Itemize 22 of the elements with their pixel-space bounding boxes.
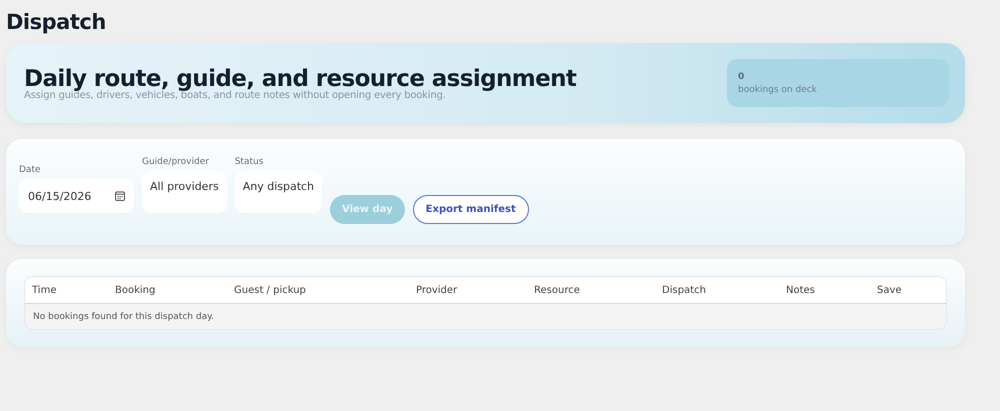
export-button[interactable]: Export manifest xyxy=(412,195,529,224)
select-field[interactable]: All providers xyxy=(142,171,227,213)
field-label: Date xyxy=(19,165,42,175)
select-field[interactable]: Any dispatch xyxy=(234,171,322,213)
empty-message: No bookings found for this dispatch day. xyxy=(33,312,214,322)
hero-heading: Daily route, guide, and resource assignment xyxy=(24,66,576,92)
column-header: Provider xyxy=(416,284,458,296)
stat-value: 0 xyxy=(738,72,746,82)
date-field[interactable]: 06/15/2026 xyxy=(19,179,134,213)
field-label: Status xyxy=(234,157,264,167)
field-label: Guide/provider xyxy=(142,157,210,167)
column-header: Booking xyxy=(115,284,156,296)
hero-subtitle: Assign guides, drivers, vehicles, boats, and route notes without opening every booking. xyxy=(24,90,446,100)
column-header: Notes xyxy=(786,284,816,296)
page-title: Dispatch xyxy=(6,9,107,36)
column-header: Guest / pickup xyxy=(234,284,307,296)
column-header: Time xyxy=(32,284,58,296)
column-header: Resource xyxy=(534,284,581,296)
stat-label: bookings on deck xyxy=(738,84,818,94)
calendar-icon xyxy=(115,191,125,201)
column-header: Save xyxy=(877,284,903,296)
column-header: Dispatch xyxy=(662,284,707,296)
